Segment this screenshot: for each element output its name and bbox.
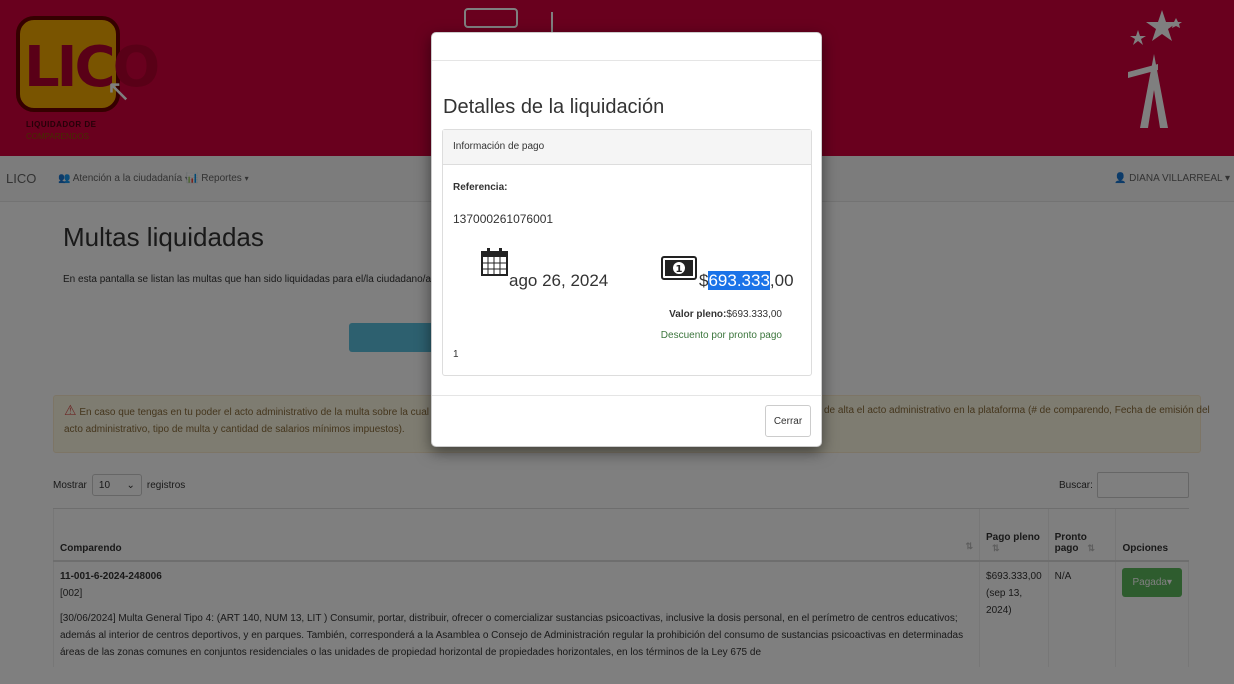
panel-heading: Información de pago (443, 130, 811, 165)
reference-label: Referencia: (453, 182, 508, 193)
payment-date: ago 26, 2024 (509, 271, 609, 290)
liquidation-details-modal: Detalles de la liquidación Información d… (431, 32, 822, 447)
svg-text:1: 1 (676, 264, 683, 275)
valor-value: $693.333,00 (726, 309, 782, 320)
valor-label: Valor pleno: (669, 309, 727, 320)
amount-highlighted: 693.333 (708, 271, 770, 290)
money-icon: 1 (661, 256, 697, 280)
close-button[interactable]: Cerrar (765, 405, 811, 437)
valor-pleno: Valor pleno:$693.333,00 (669, 309, 782, 320)
panel-extra-value: 1 (453, 349, 459, 360)
reference-value: 137000261076001 (453, 212, 554, 226)
calendar-icon (481, 248, 508, 276)
descuento-text: Descuento por pronto pago (660, 330, 782, 341)
modal-header (432, 33, 821, 61)
modal-footer: Cerrar (432, 395, 821, 447)
payment-amount: $693.333,00 (699, 271, 794, 291)
modal-title: Detalles de la liquidación (443, 96, 665, 118)
payment-info-panel: Información de pago Referencia: 13700026… (442, 129, 812, 376)
amount-suffix: ,00 (769, 271, 794, 290)
